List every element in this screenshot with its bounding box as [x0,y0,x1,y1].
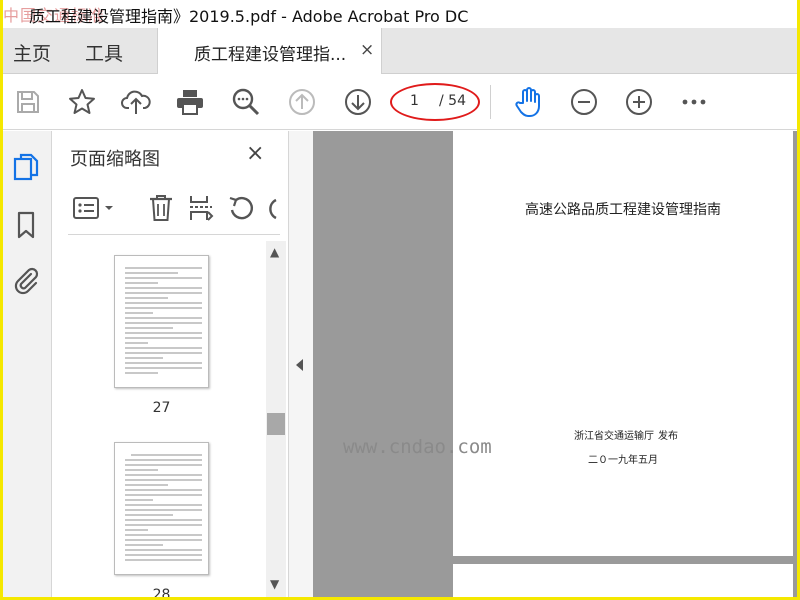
panel-toolbar [68,183,280,235]
title-bar: 中国交通标准 质工程建设管理指南》2019.5.pdf - Adobe Acro… [3,0,797,28]
panel-title: 页面缩略图 [70,149,160,170]
page-navigator[interactable]: 1 / 54 [390,83,480,121]
extract-icon[interactable] [186,193,216,223]
panel-close-icon[interactable]: × [246,141,264,166]
thumbnails-panel: 页面缩略图 × 27 28 ▲ ▼ [52,131,289,597]
thumbnail-page-28[interactable] [114,442,209,575]
toolbar-divider [490,85,491,119]
tab-bar: 主页 工具 质工程建设管理指... × [3,28,797,74]
left-navigation-rail [3,131,52,597]
site-watermark: www.cndao.com [343,436,492,458]
scrollbar-thumb[interactable] [267,413,285,435]
document-page: 高速公路品质工程建设管理指南 浙江省交通运输厅 发布 二０一九年五月 [453,131,793,556]
cloud-upload-icon[interactable] [121,87,151,117]
panel-splitter[interactable] [289,131,313,597]
zoom-out-icon[interactable] [569,87,599,117]
document-next-page [453,564,793,597]
document-publish-word: 发布 [658,431,678,442]
document-view[interactable]: 高速公路品质工程建设管理指南 浙江省交通运输厅 发布 二０一九年五月 [313,131,797,597]
current-page-input[interactable]: 1 [410,93,419,109]
print-icon[interactable] [175,87,205,117]
app-window: 中国交通标准 质工程建设管理指南》2019.5.pdf - Adobe Acro… [3,0,797,597]
highlight-oval [390,83,480,121]
collapse-panel-icon[interactable] [296,359,303,371]
toolbar: 1 / 54 [3,75,797,130]
total-pages: / 54 [439,93,466,109]
thumbnail-page-27[interactable] [114,255,209,388]
document-title: 高速公路品质工程建设管理指南 [525,202,721,218]
attachment-icon[interactable] [11,265,41,297]
rotate-icon[interactable] [226,193,256,223]
page-up-icon[interactable] [287,87,317,117]
panel-scrollbar[interactable]: ▲ ▼ [266,241,286,597]
bookmark-icon[interactable] [11,209,41,241]
zoom-search-icon[interactable] [231,87,261,117]
thumbnail-list: 27 28 [52,237,267,597]
document-tab-label[interactable]: 质工程建设管理指... [194,40,346,65]
rotate-right-icon[interactable] [266,193,280,223]
scroll-up-icon[interactable]: ▲ [270,245,279,259]
thumbnail-page-number: 27 [152,400,171,416]
options-icon[interactable] [72,193,116,223]
star-icon[interactable] [67,87,97,117]
page-down-icon[interactable] [343,87,373,117]
menu-home[interactable]: 主页 [13,39,51,66]
hand-icon[interactable] [514,87,544,117]
zoom-in-icon[interactable] [624,87,654,117]
save-icon[interactable] [13,87,43,117]
document-tab[interactable]: 质工程建设管理指... × [157,28,382,74]
menu-tools[interactable]: 工具 [85,39,123,66]
delete-icon[interactable] [146,193,176,223]
thumbnail-page-number: 28 [152,587,171,597]
page-thumbnails-icon[interactable] [11,151,41,183]
document-publisher: 浙江省交通运输厅 [574,431,654,442]
window-title: 质工程建设管理指南》2019.5.pdf - Adobe Acrobat Pro… [29,7,469,26]
tab-close-icon[interactable]: × [360,40,374,60]
document-date: 二０一九年五月 [588,455,658,466]
scroll-down-icon[interactable]: ▼ [270,577,279,591]
more-icon[interactable] [679,87,709,117]
